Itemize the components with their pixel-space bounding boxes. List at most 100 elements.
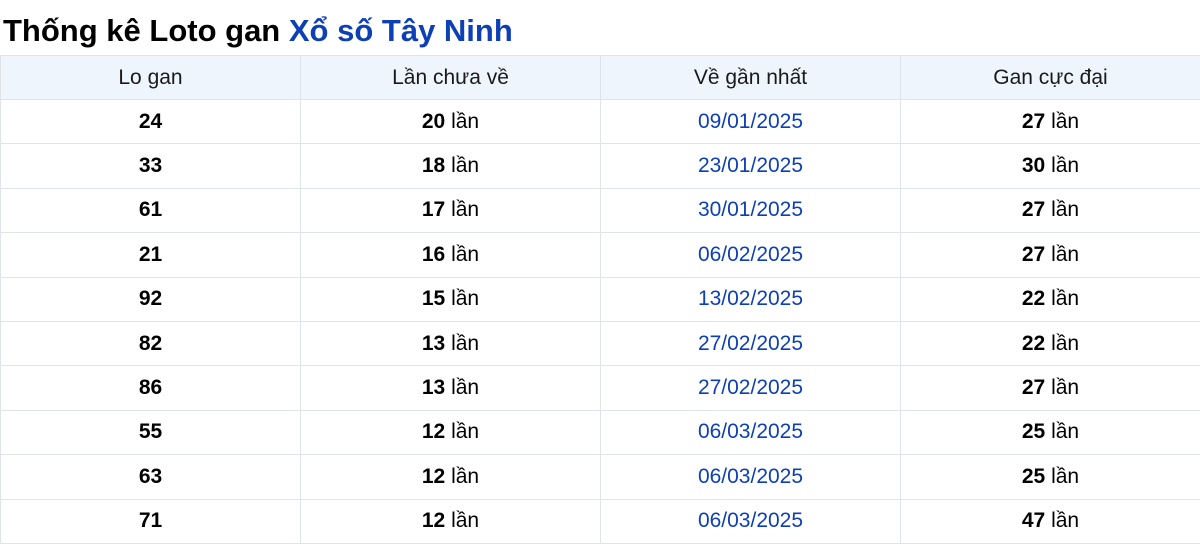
missed-count: 18 — [422, 154, 445, 177]
cell-gan-cuc-dai: 25 lần — [901, 410, 1200, 454]
missed-count: 13 — [422, 332, 445, 355]
lo-number: 55 — [139, 420, 162, 443]
unit-label: lần — [451, 198, 479, 221]
lo-number: 71 — [139, 509, 162, 532]
table-row: 2420 lần09/01/202527 lần — [1, 100, 1200, 144]
table-row: 6312 lần06/03/202525 lần — [1, 455, 1200, 499]
cell-lan-chua-ve: 17 lần — [301, 188, 601, 232]
lo-number: 33 — [139, 154, 162, 177]
header-gan-cuc-dai: Gan cực đại — [901, 56, 1200, 100]
page-title-highlight: Xổ số Tây Ninh — [289, 13, 513, 48]
cell-lan-chua-ve: 16 lần — [301, 233, 601, 277]
missed-count: 12 — [422, 465, 445, 488]
unit-label: lần — [1051, 198, 1079, 221]
cell-ve-gan-nhat: 13/02/2025 — [601, 277, 901, 321]
cell-ve-gan-nhat: 27/02/2025 — [601, 366, 901, 410]
table-row: 7112 lần06/03/202547 lần — [1, 499, 1200, 543]
max-count: 25 — [1022, 420, 1045, 443]
header-lo-gan: Lo gan — [1, 56, 301, 100]
max-count: 47 — [1022, 509, 1045, 532]
page-title-prefix: Thống kê Loto gan — [3, 13, 280, 48]
cell-gan-cuc-dai: 27 lần — [901, 100, 1200, 144]
cell-lan-chua-ve: 15 lần — [301, 277, 601, 321]
table-row: 5512 lần06/03/202525 lần — [1, 410, 1200, 454]
unit-label: lần — [451, 465, 479, 488]
header-ve-gan-nhat: Về gần nhất — [601, 56, 901, 100]
max-count: 27 — [1022, 243, 1045, 266]
cell-ve-gan-nhat: 06/03/2025 — [601, 455, 901, 499]
unit-label: lần — [1051, 376, 1079, 399]
cell-ve-gan-nhat: 09/01/2025 — [601, 100, 901, 144]
cell-gan-cuc-dai: 27 lần — [901, 366, 1200, 410]
cell-gan-cuc-dai: 22 lần — [901, 277, 1200, 321]
header-lan-chua-ve: Lần chưa về — [301, 56, 601, 100]
unit-label: lần — [1051, 465, 1079, 488]
table-body: 2420 lần09/01/202527 lần3318 lần23/01/20… — [1, 100, 1200, 544]
table-row: 8213 lần27/02/202522 lần — [1, 321, 1200, 365]
table-header-row: Lo gan Lần chưa về Về gần nhất Gan cực đ… — [1, 56, 1200, 100]
cell-lo-gan: 24 — [1, 100, 301, 144]
cell-ve-gan-nhat: 27/02/2025 — [601, 321, 901, 365]
unit-label: lần — [451, 243, 479, 266]
missed-count: 15 — [422, 287, 445, 310]
unit-label: lần — [451, 287, 479, 310]
cell-lo-gan: 82 — [1, 321, 301, 365]
lo-number: 82 — [139, 332, 162, 355]
cell-gan-cuc-dai: 30 lần — [901, 144, 1200, 188]
unit-label: lần — [451, 420, 479, 443]
missed-count: 20 — [422, 110, 445, 133]
missed-count: 12 — [422, 509, 445, 532]
cell-lan-chua-ve: 18 lần — [301, 144, 601, 188]
table-row: 2116 lần06/02/202527 lần — [1, 233, 1200, 277]
cell-ve-gan-nhat: 06/03/2025 — [601, 499, 901, 543]
cell-ve-gan-nhat: 23/01/2025 — [601, 144, 901, 188]
table-row: 9215 lần13/02/202522 lần — [1, 277, 1200, 321]
max-count: 22 — [1022, 332, 1045, 355]
cell-lan-chua-ve: 12 lần — [301, 455, 601, 499]
lo-number: 92 — [139, 287, 162, 310]
unit-label: lần — [451, 509, 479, 532]
unit-label: lần — [1051, 420, 1079, 443]
cell-ve-gan-nhat: 06/03/2025 — [601, 410, 901, 454]
lo-number: 63 — [139, 465, 162, 488]
max-count: 30 — [1022, 154, 1045, 177]
lo-number: 86 — [139, 376, 162, 399]
cell-gan-cuc-dai: 27 lần — [901, 233, 1200, 277]
cell-lo-gan: 33 — [1, 144, 301, 188]
cell-lan-chua-ve: 13 lần — [301, 321, 601, 365]
cell-gan-cuc-dai: 22 lần — [901, 321, 1200, 365]
cell-lan-chua-ve: 12 lần — [301, 410, 601, 454]
lo-number: 24 — [139, 110, 162, 133]
cell-gan-cuc-dai: 27 lần — [901, 188, 1200, 232]
loto-gan-table: Lo gan Lần chưa về Về gần nhất Gan cực đ… — [0, 55, 1200, 544]
cell-gan-cuc-dai: 47 lần — [901, 499, 1200, 543]
cell-lo-gan: 63 — [1, 455, 301, 499]
unit-label: lần — [1051, 243, 1079, 266]
unit-label: lần — [1051, 509, 1079, 532]
page-title: Thống kê Loto gan Xổ số Tây Ninh — [0, 0, 1200, 55]
table-row: 8613 lần27/02/202527 lần — [1, 366, 1200, 410]
lo-number: 21 — [139, 243, 162, 266]
missed-count: 13 — [422, 376, 445, 399]
unit-label: lần — [451, 110, 479, 133]
unit-label: lần — [1051, 332, 1079, 355]
cell-lo-gan: 71 — [1, 499, 301, 543]
unit-label: lần — [451, 332, 479, 355]
cell-lan-chua-ve: 13 lần — [301, 366, 601, 410]
missed-count: 16 — [422, 243, 445, 266]
max-count: 27 — [1022, 110, 1045, 133]
cell-lan-chua-ve: 20 lần — [301, 100, 601, 144]
cell-lan-chua-ve: 12 lần — [301, 499, 601, 543]
max-count: 22 — [1022, 287, 1045, 310]
cell-lo-gan: 21 — [1, 233, 301, 277]
cell-ve-gan-nhat: 30/01/2025 — [601, 188, 901, 232]
table-row: 33 18 lần23/01/202530 lần — [1, 144, 1200, 188]
table-row: 6117 lần30/01/202527 lần — [1, 188, 1200, 232]
unit-label: lần — [1051, 287, 1079, 310]
missed-count: 17 — [422, 198, 445, 221]
unit-label: lần — [1051, 110, 1079, 133]
max-count: 27 — [1022, 198, 1045, 221]
cell-gan-cuc-dai: 25 lần — [901, 455, 1200, 499]
cell-ve-gan-nhat: 06/02/2025 — [601, 233, 901, 277]
max-count: 25 — [1022, 465, 1045, 488]
